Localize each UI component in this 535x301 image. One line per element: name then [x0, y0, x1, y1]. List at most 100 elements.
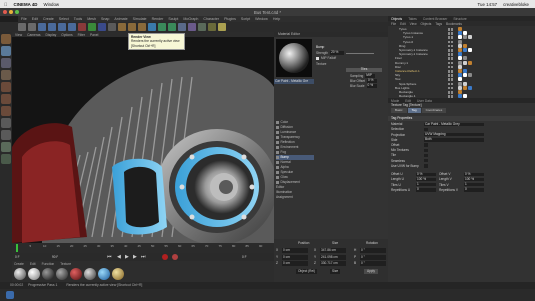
- channel-environment[interactable]: Environment: [276, 145, 298, 150]
- attribute-value[interactable]: [424, 148, 428, 153]
- menu-mesh[interactable]: Mesh: [87, 17, 96, 21]
- channel-bump[interactable]: Bump: [276, 155, 314, 160]
- material-preview[interactable]: [276, 39, 312, 77]
- coord-value[interactable]: 0 °: [360, 261, 386, 266]
- goto-end-icon[interactable]: ⏭: [141, 254, 146, 260]
- menu-tools[interactable]: Tools: [74, 17, 82, 21]
- vp-menu-display[interactable]: Display: [45, 33, 56, 37]
- scale-icon[interactable]: [58, 23, 66, 31]
- channel-transparency[interactable]: Transparency: [276, 135, 300, 140]
- lock-workplane-icon[interactable]: [1, 154, 11, 164]
- model-mode-icon[interactable]: [1, 46, 11, 56]
- workplane-icon[interactable]: [1, 70, 11, 80]
- material-swatch[interactable]: [56, 268, 68, 280]
- material-name[interactable]: Car Paint - Metallic Gre: [274, 79, 314, 84]
- y-axis-icon[interactable]: [88, 23, 96, 31]
- visibility-dots-icon[interactable]: [448, 82, 453, 86]
- attribute-value[interactable]: [424, 153, 428, 158]
- menu-snap[interactable]: Snap: [101, 17, 109, 21]
- uvw-value[interactable]: 0: [464, 187, 484, 192]
- uvw-value[interactable]: 1: [464, 182, 484, 187]
- light-icon[interactable]: [218, 23, 226, 31]
- coord-mode-select[interactable]: Object (Rel): [296, 269, 318, 274]
- render-settings-icon[interactable]: [138, 23, 146, 31]
- coord-value[interactable]: 330.717 cm: [320, 261, 346, 266]
- rotate-icon[interactable]: [68, 23, 76, 31]
- deformer-icon[interactable]: [188, 23, 196, 31]
- tab-content-browser[interactable]: Content Browser: [423, 17, 448, 21]
- channel-specular[interactable]: Specular: [276, 170, 293, 175]
- pen-icon[interactable]: [158, 23, 166, 31]
- visibility-dots-icon[interactable]: [448, 40, 453, 44]
- move-icon[interactable]: [48, 23, 56, 31]
- attribute-value[interactable]: [424, 164, 428, 168]
- frame-end-field[interactable]: 90 F: [52, 255, 58, 259]
- vp-menu-cameras[interactable]: Cameras: [27, 33, 40, 37]
- am-tab-tag[interactable]: Tag: [407, 108, 421, 113]
- visibility-dots-icon[interactable]: [448, 32, 453, 35]
- playhead[interactable]: [16, 244, 18, 252]
- undo-icon[interactable]: [18, 23, 26, 31]
- tab-structure[interactable]: Structure: [453, 17, 466, 21]
- material-swatch[interactable]: [84, 268, 96, 280]
- close-window-button[interactable]: [3, 10, 7, 14]
- coordinate-system-icon[interactable]: [108, 23, 116, 31]
- goto-start-icon[interactable]: ⏮: [107, 254, 112, 260]
- step-forward-icon[interactable]: ▶: [133, 254, 137, 260]
- channel-displacement[interactable]: Displacement: [276, 180, 300, 185]
- om-menu-view[interactable]: View: [410, 22, 417, 26]
- material-swatch[interactable]: [98, 268, 110, 280]
- make-editable-icon[interactable]: [1, 34, 11, 44]
- attribute-value[interactable]: UVW Mapping: [424, 132, 484, 137]
- visibility-dots-icon[interactable]: [448, 49, 453, 52]
- menu-create[interactable]: Create: [43, 17, 54, 21]
- vp-menu-panel[interactable]: Panel: [90, 33, 98, 37]
- visibility-dots-icon[interactable]: [448, 44, 453, 48]
- visibility-dots-icon[interactable]: [448, 61, 453, 65]
- visibility-dots-icon[interactable]: [448, 36, 453, 39]
- channel-color[interactable]: Color: [276, 120, 288, 125]
- uvw-value[interactable]: 0 %: [464, 172, 484, 177]
- attribute-value[interactable]: [424, 143, 428, 147]
- om-menu-objects[interactable]: Objects: [421, 22, 432, 26]
- material-swatch[interactable]: [42, 268, 54, 280]
- channel-assignment[interactable]: Assignment: [276, 195, 293, 200]
- uvw-value[interactable]: 1: [416, 182, 436, 187]
- uvw-value[interactable]: 100 %: [416, 177, 436, 182]
- channel-fog[interactable]: Fog: [276, 150, 286, 155]
- clock[interactable]: Tue 14:57: [478, 2, 498, 7]
- material-swatch[interactable]: [70, 268, 82, 280]
- visibility-dots-icon[interactable]: [448, 70, 453, 73]
- om-menu-edit[interactable]: Edit: [400, 22, 406, 26]
- minimize-window-button[interactable]: [9, 10, 13, 14]
- visibility-dots-icon[interactable]: [448, 65, 453, 69]
- am-tab-coordinates[interactable]: Coordinates: [421, 108, 447, 113]
- visibility-dots-icon[interactable]: [448, 28, 453, 31]
- coord-value[interactable]: 0 °: [360, 248, 386, 253]
- edges-mode-icon[interactable]: [1, 94, 11, 104]
- subdivision-icon[interactable]: [168, 23, 176, 31]
- om-menu-bookmarks[interactable]: Bookmarks: [446, 22, 462, 26]
- menu-help[interactable]: Help: [273, 17, 280, 21]
- menu-character[interactable]: Character: [203, 17, 219, 21]
- menu-sculpt[interactable]: Sculpt: [168, 17, 178, 21]
- render-view-icon[interactable]: [118, 23, 126, 31]
- z-axis-icon[interactable]: [98, 23, 106, 31]
- uvw-value[interactable]: 0 %: [416, 172, 436, 177]
- apply-button[interactable]: Apply: [364, 269, 378, 274]
- attribute-value[interactable]: Both: [424, 137, 484, 142]
- material-swatch[interactable]: [112, 268, 124, 280]
- vp-menu-options[interactable]: Options: [61, 33, 72, 37]
- tab-objects[interactable]: Objects: [391, 17, 402, 21]
- vp-menu-view[interactable]: View: [15, 33, 22, 37]
- menu-script[interactable]: Script: [241, 17, 250, 21]
- coord-value[interactable]: 0 cm: [282, 254, 308, 260]
- channel-glow[interactable]: Glow: [276, 175, 288, 180]
- coord-value[interactable]: 347.86 cm: [320, 248, 346, 253]
- mip-falloff-checkbox[interactable]: [316, 56, 319, 60]
- tweak-mode-icon[interactable]: [1, 130, 11, 140]
- finder-icon[interactable]: [6, 291, 14, 299]
- cube-icon[interactable]: [148, 23, 156, 31]
- vp-menu-filter[interactable]: Filter: [78, 33, 85, 37]
- uvw-value[interactable]: 0: [416, 187, 436, 192]
